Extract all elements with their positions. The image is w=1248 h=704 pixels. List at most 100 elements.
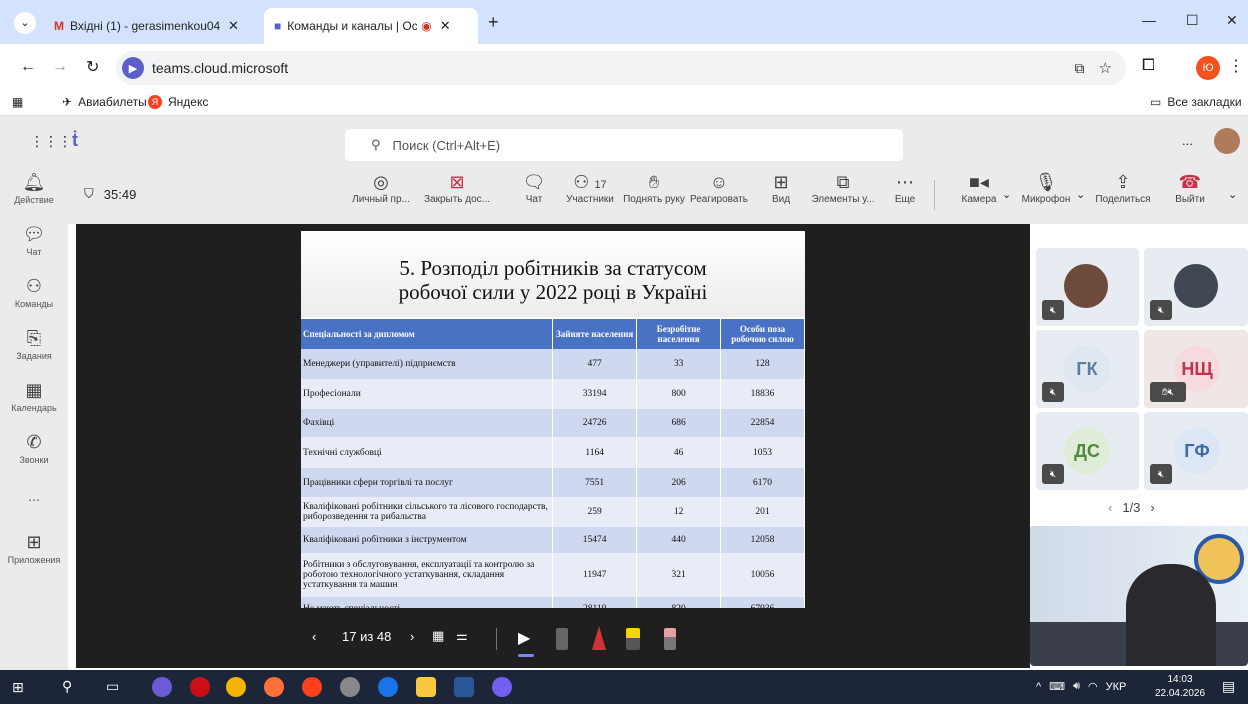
camera-options-chevron-icon[interactable]: ⌄ bbox=[1002, 188, 1011, 201]
more-button[interactable]: ⋯ Еще bbox=[890, 170, 920, 205]
stop-sharing-button[interactable]: ⊠ Закрыть дос... bbox=[422, 170, 492, 205]
participant-tile[interactable]: 🔇︎ bbox=[1144, 248, 1248, 326]
apps-grid-icon[interactable]: ▦ bbox=[12, 95, 23, 109]
tab-gmail[interactable]: M Вхідні (1) - gerasimenkou04@g ✕ bbox=[44, 8, 264, 44]
user-avatar[interactable] bbox=[1214, 128, 1240, 154]
personal-view-button[interactable]: ◎ Личный пр... bbox=[348, 170, 414, 205]
settings-sliders-icon[interactable]: ⚌ bbox=[456, 628, 468, 644]
rail-chat[interactable]: 💬︎ Чат bbox=[0, 224, 68, 257]
maximize-icon[interactable]: ☐ bbox=[1186, 12, 1199, 29]
leave-options-chevron-icon[interactable]: ⌄ bbox=[1228, 188, 1237, 201]
react-button[interactable]: ☺ Реагировать bbox=[688, 170, 750, 205]
pen-tool-icon[interactable] bbox=[556, 628, 568, 650]
next-slide-icon[interactable]: › bbox=[410, 629, 414, 644]
highlighter-tool-icon[interactable] bbox=[626, 628, 640, 650]
search-icon: ⚲ bbox=[371, 137, 381, 152]
tab-search-chevron-icon[interactable]: ⌄ bbox=[14, 12, 36, 34]
app-icon-1[interactable] bbox=[152, 677, 172, 697]
bookmark-yandex[interactable]: Я Яндекс bbox=[148, 95, 208, 109]
assignments-icon: ⎘ bbox=[26, 328, 42, 348]
window-close-icon[interactable]: ✕ bbox=[1226, 12, 1238, 29]
presenter-video[interactable] bbox=[1030, 526, 1248, 666]
clock[interactable]: 14:03 22.04.2026 bbox=[1150, 673, 1210, 701]
bookmark-star-icon[interactable]: ☆ bbox=[1099, 59, 1112, 77]
search-input[interactable]: ⚲ Поиск (Ctrl+Alt+E) bbox=[345, 129, 903, 161]
participant-tile[interactable]: ДС 🔇︎ bbox=[1036, 412, 1139, 490]
chrome-icon[interactable] bbox=[226, 677, 246, 697]
language-indicator[interactable]: УКР bbox=[1106, 681, 1127, 693]
raise-hand-button[interactable]: ✋︎ Поднять руку bbox=[620, 170, 688, 205]
rail-calls[interactable]: ✆ Звонки bbox=[0, 432, 68, 465]
rail-calendar[interactable]: ▦ Календарь bbox=[0, 380, 68, 413]
clock-date: 22.04.2026 bbox=[1154, 688, 1206, 699]
participant-tile[interactable]: 🔇︎ bbox=[1036, 248, 1139, 326]
more-options-icon[interactable]: ... bbox=[1182, 133, 1193, 148]
rail-teams[interactable]: ⚇ Команды bbox=[0, 276, 68, 309]
rail-more[interactable]: ... bbox=[0, 488, 68, 504]
word-icon[interactable] bbox=[454, 677, 474, 697]
close-share-icon: ⊠ bbox=[449, 172, 465, 192]
participant-tile[interactable]: НЩ ✋︎🔇︎ bbox=[1144, 330, 1248, 408]
viber-icon[interactable] bbox=[492, 677, 512, 697]
reload-icon[interactable]: ↻ bbox=[86, 57, 99, 77]
new-tab-button[interactable]: + bbox=[488, 12, 499, 33]
address-bar[interactable]: ▶ teams.cloud.microsoft ⧉ ☆ bbox=[116, 51, 1126, 85]
share-button[interactable]: ⇪ Поделиться bbox=[1092, 170, 1154, 205]
mic-options-chevron-icon[interactable]: ⌄ bbox=[1076, 188, 1085, 201]
participant-tile[interactable]: ГК 🔇︎ bbox=[1036, 330, 1139, 408]
pointer-tool-icon[interactable]: ▶ bbox=[518, 628, 530, 648]
notifications-icon[interactable]: ▤ bbox=[1222, 678, 1235, 695]
network-icon[interactable]: ⌨ bbox=[1049, 680, 1065, 693]
table-cell: 820 bbox=[636, 597, 722, 608]
rail-apps[interactable]: ⊞ Приложения bbox=[0, 532, 68, 565]
leave-button[interactable]: ☎ Выйти bbox=[1168, 170, 1212, 205]
clock-time: 14:03 bbox=[1167, 674, 1193, 685]
camera-button[interactable]: ■◂ Камера bbox=[956, 170, 1002, 205]
forward-icon[interactable]: → bbox=[52, 58, 68, 76]
presentation-slide: 5. Розподіл робітників за статусом робоч… bbox=[301, 231, 805, 608]
back-icon[interactable]: ← bbox=[20, 58, 36, 76]
participant-tile[interactable]: ГФ 🔇︎ bbox=[1144, 412, 1248, 490]
profile-avatar[interactable]: Ю bbox=[1196, 56, 1220, 80]
view-button[interactable]: ⊞ Вид bbox=[766, 170, 796, 205]
rail-activity[interactable]: 🔔︎ Действие bbox=[0, 172, 68, 205]
volume-icon[interactable]: 🔊︎ bbox=[1073, 680, 1080, 693]
rail-assignments[interactable]: ⎘ Задания bbox=[0, 328, 68, 361]
wifi-icon[interactable]: ◠ bbox=[1088, 680, 1098, 693]
table-cell: 67936 bbox=[720, 597, 805, 608]
app-icon-2[interactable] bbox=[340, 677, 360, 697]
extensions-icon[interactable]: ⧠ bbox=[1142, 57, 1155, 75]
tab-teams[interactable]: ■ Команды и каналы | Особ ◉ ✕ bbox=[264, 8, 478, 44]
cast-icon[interactable]: ⧉ bbox=[1075, 60, 1085, 77]
chrome-active-icon[interactable] bbox=[378, 677, 398, 697]
pager-prev-icon[interactable]: ‹ bbox=[1108, 500, 1112, 515]
red-pen-tool-icon[interactable] bbox=[592, 626, 606, 650]
control-label: Поднять руку bbox=[623, 194, 685, 205]
grid-view-icon[interactable]: ▦ bbox=[432, 628, 444, 644]
pager-next-icon[interactable]: › bbox=[1150, 500, 1154, 515]
yandex-browser-icon[interactable] bbox=[302, 677, 322, 697]
microphone-button[interactable]: 🎙︎ Микрофон bbox=[1018, 170, 1074, 205]
calendar-icon: ▦ bbox=[25, 380, 43, 400]
firefox-icon[interactable] bbox=[264, 677, 284, 697]
prev-slide-icon[interactable]: ‹ bbox=[312, 629, 316, 644]
bookmark-aviabilety[interactable]: ✈ Авиабилеты bbox=[62, 95, 147, 109]
meeting-elements-button[interactable]: ⧉ Элементы у... bbox=[808, 170, 878, 205]
minimize-icon[interactable]: — bbox=[1142, 12, 1156, 28]
file-explorer-icon[interactable] bbox=[416, 677, 436, 697]
site-info-icon[interactable]: ▶ bbox=[122, 57, 144, 79]
participants-button[interactable]: ⚇ 17 Участники bbox=[560, 170, 620, 205]
eraser-tool-icon[interactable] bbox=[664, 628, 676, 650]
close-icon[interactable]: ✕ bbox=[440, 18, 451, 34]
task-view-icon[interactable]: ▭ bbox=[106, 678, 119, 695]
windows-start-icon[interactable]: ⊞ bbox=[12, 679, 24, 696]
chat-button[interactable]: 🗨︎ Чат bbox=[516, 170, 552, 205]
tray-chevron-icon[interactable]: ^ bbox=[1036, 681, 1041, 693]
app-launcher-icon[interactable]: ⋮⋮⋮ bbox=[30, 133, 72, 150]
opera-icon[interactable] bbox=[190, 677, 210, 697]
participant-photo bbox=[1064, 264, 1108, 308]
close-icon[interactable]: ✕ bbox=[228, 18, 239, 34]
all-bookmarks[interactable]: ▭ Все закладки bbox=[1150, 95, 1242, 109]
menu-icon[interactable]: ⋮ bbox=[1228, 56, 1244, 76]
search-icon[interactable]: ⚲ bbox=[62, 678, 72, 695]
